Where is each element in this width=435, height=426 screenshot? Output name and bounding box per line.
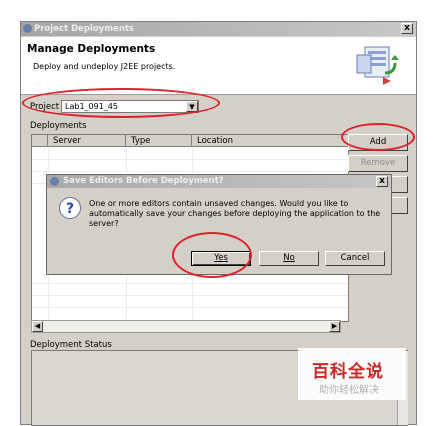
eclipse-icon [23,24,32,33]
scroll-right-icon[interactable]: ▶ [329,321,340,332]
dialog-title: Save Editors Before Deployment? [63,176,224,186]
remove-button[interactable]: Remove [348,155,408,172]
question-icon: ? [59,197,81,219]
grid-line [32,159,348,160]
cancel-button[interactable]: Cancel [325,251,385,266]
horizontal-scrollbar[interactable]: ◀ ▶ [31,320,341,333]
dialog-message: One or more editors contain unsaved chan… [89,199,381,228]
eclipse-icon [50,177,59,186]
annotation-ring-yes [172,232,252,278]
dialog-close-button[interactable]: x [376,176,388,187]
deployment-status-label: Deployment Status [30,340,112,350]
window-title: Project Deployments [34,24,134,34]
grid-line [32,307,348,308]
column-header-type[interactable]: Type [126,135,192,147]
watermark-tagline: 助你轻松解决 [319,385,379,396]
window-titlebar[interactable]: Project Deployments [21,22,416,36]
scroll-left-icon[interactable]: ◀ [32,321,43,332]
annotation-ring-add [341,123,415,151]
annotation-ring-project [22,88,220,118]
deployments-label: Deployments [30,121,87,131]
grid-line [32,295,348,296]
table-header-blank [32,135,48,147]
dialog-titlebar[interactable]: Save Editors Before Deployment? [47,175,391,188]
no-button[interactable]: No [259,251,319,266]
watermark-brand: 百科全说 [312,362,384,382]
wizard-header: Manage Deployments Deploy and undeploy J… [21,37,416,95]
column-header-server[interactable]: Server [48,135,126,147]
column-header-location[interactable]: Location [192,135,348,147]
page-description: Deploy and undeploy J2EE projects. [33,62,176,71]
grid-line [32,283,348,284]
deploy-wizard-icon [355,43,401,89]
grid-line [32,171,348,172]
page-title: Manage Deployments [27,43,156,55]
window-close-button[interactable]: x [401,23,413,34]
